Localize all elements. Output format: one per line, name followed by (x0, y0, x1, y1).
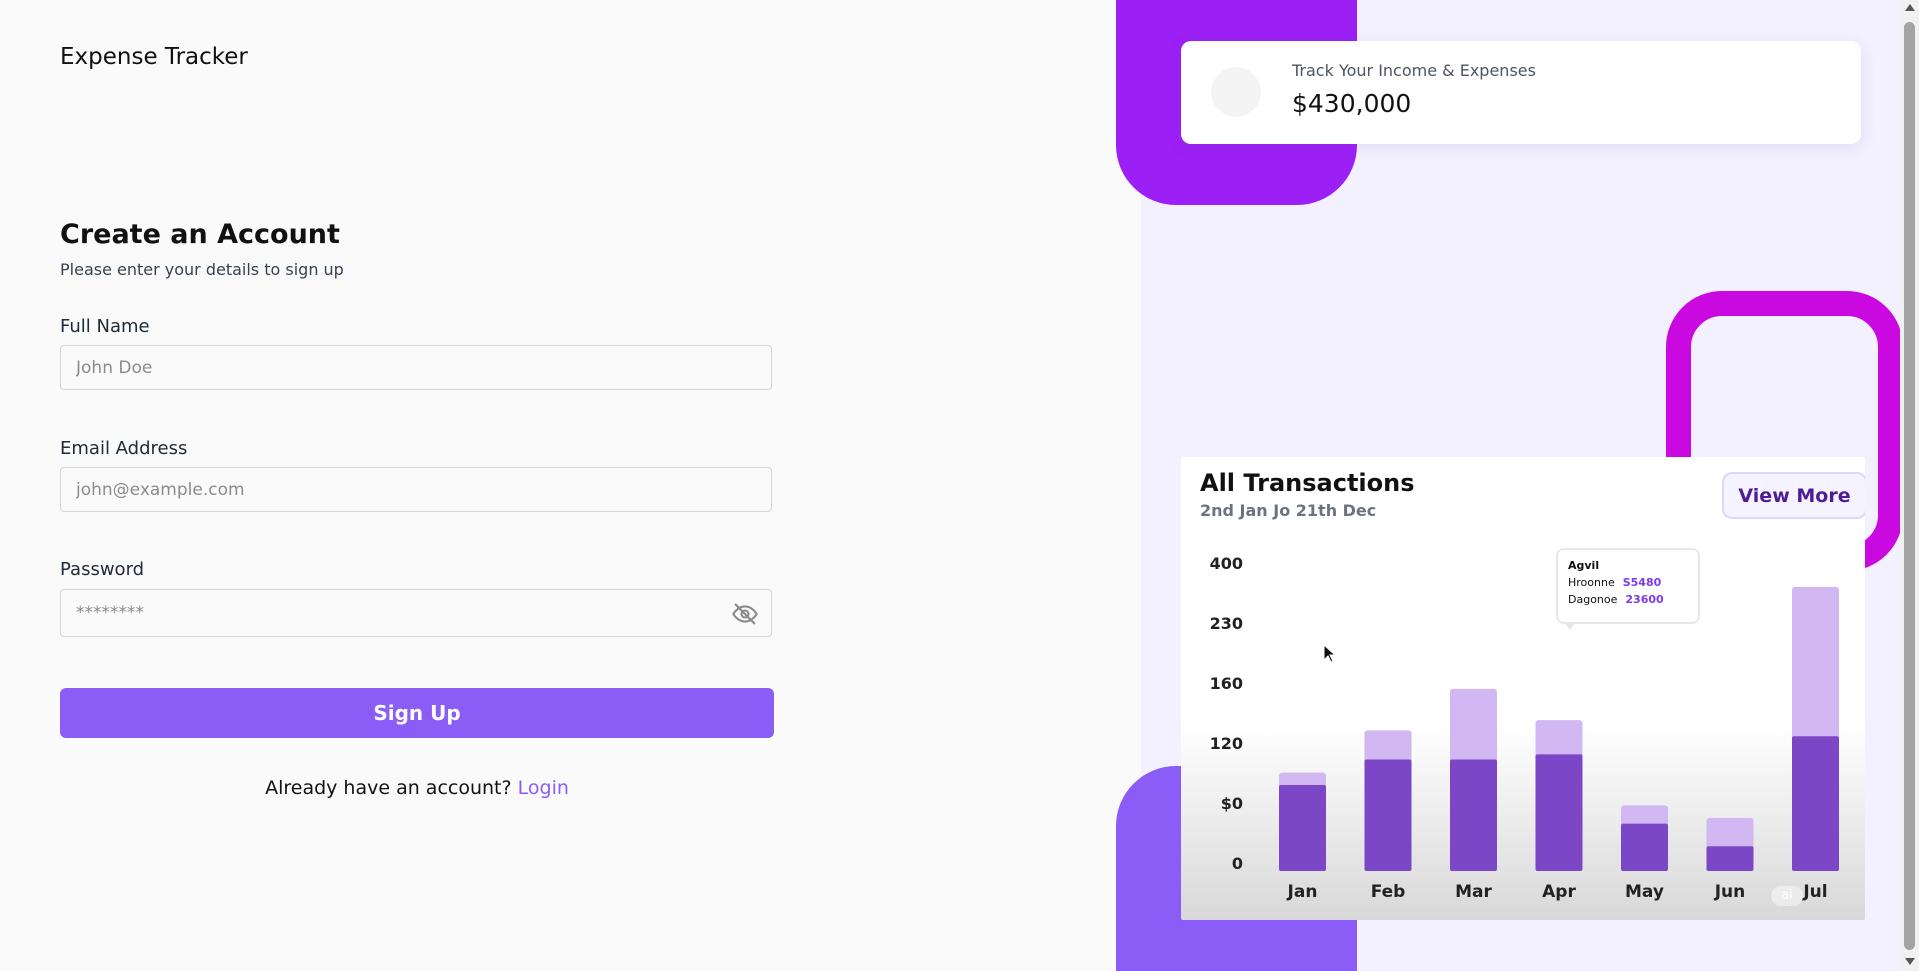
password-label: Password (60, 559, 145, 580)
x-tick-label: Jun (1714, 882, 1746, 902)
y-tick-label: $0 (1221, 794, 1243, 813)
page-title: Create an Account (60, 219, 340, 250)
transactions-chart: 400 230 160 120 $0 0 Jan Feb Mar Apr May Jun Jul (1210, 554, 1839, 902)
page-subtitle: Please enter your details to sign up (60, 260, 344, 279)
x-tick-label: Apr (1542, 882, 1576, 902)
y-tick-label: 0 (1232, 854, 1243, 873)
bar-value-jan[interactable] (1279, 785, 1326, 871)
page: Expense Tracker Create an Account Please… (0, 0, 1919, 971)
tooltip-pointer (1564, 622, 1576, 630)
y-tick-label: 230 (1210, 614, 1243, 633)
y-tick-label: 120 (1210, 734, 1243, 753)
summary-value: $430,000 (1292, 89, 1412, 118)
bar-value-jul[interactable] (1792, 736, 1839, 871)
bar-value-mar[interactable] (1450, 759, 1497, 871)
email-input[interactable] (60, 467, 772, 512)
x-tick-label: Jul (1802, 882, 1827, 902)
eye-off-icon[interactable] (731, 600, 759, 628)
password-input[interactable] (60, 589, 772, 637)
chart-tooltip: Agvil Hroonne S5480 Dagonoe 23600 (1556, 548, 1700, 624)
tooltip-row-label: Dagonoe (1568, 593, 1618, 606)
login-prompt: Already have an account? Login (0, 777, 834, 799)
scroll-down-arrow-icon[interactable] (1905, 958, 1915, 965)
summary-card: Track Your Income & Expenses $430,000 (1181, 41, 1861, 144)
sign-up-button[interactable]: Sign Up (60, 688, 774, 738)
bar-value-jun[interactable] (1706, 846, 1754, 871)
wallet-icon (1211, 67, 1261, 117)
bar-value-may[interactable] (1621, 823, 1668, 871)
full-name-label: Full Name (60, 316, 150, 337)
tooltip-row: Dagonoe 23600 (1568, 591, 1688, 608)
tooltip-title: Agvil (1568, 559, 1600, 572)
login-link[interactable]: Login (518, 777, 569, 799)
y-tick-label: 400 (1210, 554, 1243, 573)
mouse-cursor-icon (1323, 643, 1337, 668)
y-tick-label: 160 (1210, 674, 1243, 693)
tooltip-row-label: Hroonne (1568, 576, 1615, 589)
x-tick-label: May (1625, 882, 1664, 902)
scrollbar-thumb[interactable] (1904, 22, 1915, 950)
x-tick-label: Feb (1371, 882, 1406, 902)
x-tick-label: Mar (1455, 882, 1492, 902)
page-scrollbar[interactable] (1900, 0, 1919, 971)
tooltip-row: Hroonne S5480 (1568, 574, 1688, 591)
scroll-up-arrow-icon[interactable] (1905, 4, 1915, 11)
app-title: Expense Tracker (60, 44, 248, 70)
email-label: Email Address (60, 438, 188, 459)
tooltip-row-value: S5480 (1622, 576, 1662, 589)
transactions-title: All Transactions (1200, 469, 1415, 497)
bar-value-feb[interactable] (1364, 759, 1412, 871)
transactions-subtitle: 2nd Jan Jo 21th Dec (1200, 501, 1377, 520)
watermark-badge: ai (1771, 886, 1803, 906)
tooltip-row-value: 23600 (1625, 593, 1664, 606)
login-prompt-text: Already have an account? (265, 777, 512, 799)
bar-value-apr[interactable] (1535, 754, 1583, 871)
summary-label: Track Your Income & Expenses (1292, 61, 1536, 80)
view-more-button[interactable]: View More (1722, 472, 1865, 519)
x-tick-label: Jan (1287, 882, 1318, 902)
full-name-input[interactable] (60, 345, 772, 390)
transactions-card: 400 230 160 120 $0 0 Jan Feb Mar Apr May Jun Jul All… (1181, 457, 1865, 920)
